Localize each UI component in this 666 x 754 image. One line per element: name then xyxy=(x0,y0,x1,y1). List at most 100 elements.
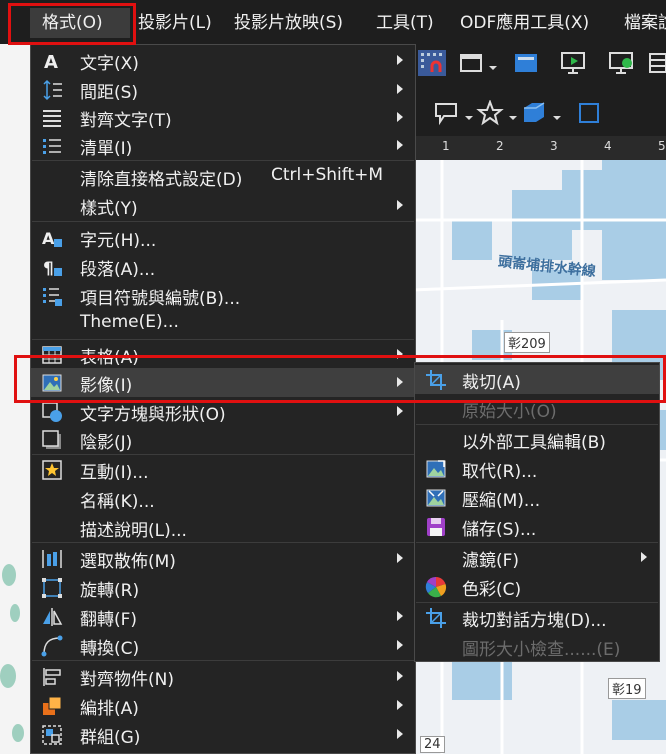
menu-item-name[interactable]: 名稱(K)... xyxy=(31,484,415,513)
menu-item-label: 名稱(K)... xyxy=(80,492,155,512)
menu-item-rotate[interactable]: 旋轉(R) xyxy=(31,573,415,602)
distribute-icon xyxy=(41,548,63,570)
menu-file-truncated[interactable]: 檔案說 xyxy=(624,8,666,38)
save-icon xyxy=(425,516,447,538)
menu-item-label: 描述說明(L)... xyxy=(80,521,187,541)
submenu-item-replace[interactable]: 取代(R)... xyxy=(415,454,659,483)
menu-item-label: 對齊物件(N) xyxy=(80,670,174,690)
svg-text:A: A xyxy=(44,52,58,72)
menu-item-label: 群組(G) xyxy=(80,728,141,748)
menu-slide[interactable]: 投影片(L) xyxy=(138,8,212,38)
menu-item-spacing[interactable]: 間距(S) xyxy=(31,75,415,104)
group-icon xyxy=(41,724,63,746)
start-slideshow-icon[interactable] xyxy=(560,50,588,76)
menu-item-distribute-selection[interactable]: 選取散佈(M) xyxy=(31,544,415,573)
menu-separator xyxy=(32,542,414,543)
svg-text:A: A xyxy=(42,229,55,248)
submenu-arrow-icon xyxy=(397,611,403,621)
menu-item-label: 以外部工具編輯(B) xyxy=(462,433,606,453)
chevron-down-icon[interactable] xyxy=(488,58,498,70)
menu-item-align-objects[interactable]: 對齊物件(N) xyxy=(31,662,415,691)
menu-item-label: 編排(A) xyxy=(80,699,139,719)
rotate-tool-icon[interactable] xyxy=(576,100,604,126)
table-icon[interactable] xyxy=(648,50,666,76)
display-view-icon[interactable] xyxy=(458,50,486,76)
menu-item-interaction[interactable]: 互動(I)... xyxy=(31,455,415,484)
menu-item-convert[interactable]: 轉換(C) xyxy=(31,631,415,660)
menu-item-label: 陰影(J) xyxy=(80,433,133,453)
slide-layout-icon[interactable] xyxy=(512,50,540,76)
character-icon: A xyxy=(41,227,63,249)
menu-item-styles[interactable]: 樣式(Y) xyxy=(31,191,415,220)
grid-snap-icon[interactable] xyxy=(418,50,446,76)
ruler-tick: 2 xyxy=(496,139,504,153)
menu-item-group[interactable]: 群組(G) xyxy=(31,720,415,749)
chevron-down-icon[interactable] xyxy=(508,108,518,120)
map-route-label: 彰19 xyxy=(608,678,646,699)
map-route-label: 24 xyxy=(420,736,445,753)
menu-item-flip[interactable]: 翻轉(F) xyxy=(31,602,415,631)
submenu-arrow-icon xyxy=(397,729,403,739)
menu-item-text[interactable]: A 文字(X) xyxy=(31,46,415,75)
menu-item-paragraph[interactable]: ¶ 段落(A)... xyxy=(31,252,415,281)
submenu-arrow-icon xyxy=(397,112,403,122)
submenu-item-crop-dialog[interactable]: 裁切對話方塊(D)... xyxy=(415,603,659,632)
svg-text:¶: ¶ xyxy=(43,259,54,278)
ruler-tick: 4 xyxy=(604,139,612,153)
convert-icon xyxy=(41,635,63,657)
submenu-arrow-icon xyxy=(397,55,403,65)
menu-odf-tools[interactable]: ODF應用工具(X) xyxy=(460,8,589,38)
menu-item-align-text[interactable]: 對齊文字(T) xyxy=(31,103,415,132)
menu-item-label: 選取散佈(M) xyxy=(80,552,176,572)
submenu-item-color[interactable]: 色彩(C) xyxy=(415,572,659,601)
chevron-down-icon[interactable] xyxy=(464,108,474,120)
ruler-tick: 5 xyxy=(658,139,666,153)
toolbar xyxy=(412,44,666,136)
shadow-icon xyxy=(41,429,63,451)
menu-item-clear-direct-formatting[interactable]: 清除直接格式設定(D) Ctrl+Shift+M xyxy=(31,162,415,191)
chevron-down-icon[interactable] xyxy=(552,108,562,120)
menu-tools[interactable]: 工具(T) xyxy=(376,8,434,38)
compress-image-icon xyxy=(425,487,447,509)
annotation-highlight-image-row xyxy=(14,355,666,403)
star-shape-icon[interactable] xyxy=(476,99,504,126)
menu-item-label: 樣式(Y) xyxy=(80,199,138,219)
ruler-tick: 3 xyxy=(550,139,558,153)
menu-item-label: 儲存(S)... xyxy=(462,520,537,540)
submenu-item-compress[interactable]: 壓縮(M)... xyxy=(415,483,659,512)
rotate-icon xyxy=(41,577,63,599)
submenu-item-edit-external[interactable]: 以外部工具編輯(B) xyxy=(415,425,659,454)
menu-item-label: 文字方塊與形狀(O) xyxy=(80,405,226,425)
menu-item-bullets-numbering[interactable]: 項目符號與編號(B)... xyxy=(31,281,415,310)
ruler-tick: 1 xyxy=(442,139,450,153)
slideshow-current-icon[interactable] xyxy=(608,50,636,76)
paragraph-icon: ¶ xyxy=(41,256,63,279)
menu-separator xyxy=(32,660,414,661)
submenu-item-filter[interactable]: 濾鏡(F) xyxy=(415,543,659,572)
menu-item-label: Theme(E)... xyxy=(80,312,179,332)
3d-object-icon[interactable] xyxy=(520,100,548,126)
menu-slideshow[interactable]: 投影片放映(S) xyxy=(234,8,343,38)
menu-item-shadow[interactable]: 陰影(J) xyxy=(31,425,415,454)
menu-item-list[interactable]: 清單(I) xyxy=(31,131,415,160)
text-icon: A xyxy=(41,50,63,73)
submenu-item-save[interactable]: 儲存(S)... xyxy=(415,512,659,541)
align-objects-icon xyxy=(41,666,63,688)
menu-item-character[interactable]: A 字元(H)... xyxy=(31,223,415,252)
horizontal-ruler: 1 2 3 4 5 xyxy=(412,136,666,160)
menu-item-label: 段落(A)... xyxy=(80,260,156,280)
replace-image-icon xyxy=(425,458,447,480)
menu-item-label: 旋轉(R) xyxy=(80,581,140,601)
menu-item-label: 項目符號與編號(B)... xyxy=(80,289,241,309)
menu-item-label: 互動(I)... xyxy=(80,463,149,483)
menu-item-label: 字元(H)... xyxy=(80,231,157,251)
submenu-arrow-icon xyxy=(397,406,403,416)
menu-item-theme[interactable]: Theme(E)... xyxy=(31,309,415,338)
submenu-item-graphic-size-check[interactable]: 圖形大小檢查......(E) xyxy=(415,632,659,661)
arrange-icon xyxy=(41,695,63,717)
menu-item-label: 對齊文字(T) xyxy=(80,111,172,131)
menu-item-description[interactable]: 描述說明(L)... xyxy=(31,513,415,542)
callout-shape-icon[interactable] xyxy=(432,100,460,126)
map-route-label: 彰209 xyxy=(504,332,550,353)
menu-item-arrange[interactable]: 編排(A) xyxy=(31,691,415,720)
